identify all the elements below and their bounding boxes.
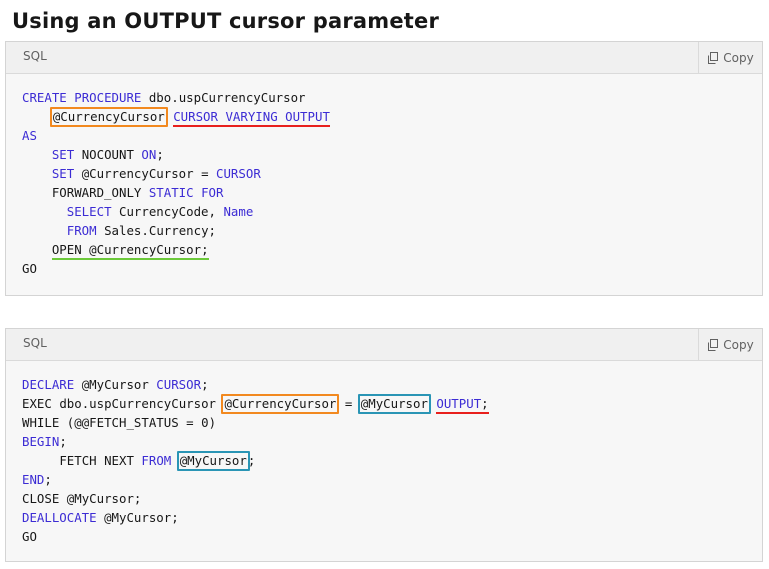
code-line: EXEC dbo.uspCurrencyCursor @CurrencyCurs… (22, 394, 762, 414)
highlight-box: @MyCursor (357, 394, 431, 414)
code-line: FORWARD_ONLY STATIC FOR (51, 185, 224, 200)
code-line: SET NOCOUNT ON; (51, 147, 164, 162)
code-line: CLOSE @MyCursor; (22, 491, 142, 506)
highlight-box: @CurrencyCursor (221, 394, 340, 414)
copy-icon (707, 338, 719, 351)
code-line: SET @CurrencyCursor = CURSOR (51, 166, 261, 181)
code-line: @CurrencyCursor CURSOR VARYING OUTPUT (22, 107, 762, 127)
code-line: FROM Sales.Currency; (66, 223, 217, 238)
code-line: CREATE PROCEDURE dbo.uspCurrencyCursor (22, 90, 306, 105)
code-language-label: SQL (23, 336, 47, 350)
copy-icon (707, 51, 719, 64)
code-line: FETCH NEXT FROM @MyCursor; (22, 451, 762, 471)
highlight-box: @MyCursor (176, 451, 250, 471)
code-block-exec: SQL Copy DECLARE @MyCursor CURSOR; EXEC d… (5, 328, 763, 562)
code-body: CREATE PROCEDURE dbo.uspCurrencyCursor @… (6, 74, 762, 278)
code-line: DECLARE @MyCursor CURSOR; (22, 377, 209, 392)
copy-button[interactable]: Copy (698, 329, 762, 360)
code-line: WHILE (@@FETCH_STATUS = 0) (22, 415, 217, 430)
copy-button[interactable]: Copy (698, 42, 762, 73)
highlight-box: @CurrencyCursor (49, 107, 168, 127)
code-line: BEGIN; (22, 434, 67, 449)
highlight-underline: OPEN @CurrencyCursor; (51, 241, 209, 260)
code-line: GO (22, 261, 37, 276)
copy-button-label: Copy (723, 337, 754, 352)
code-line: SELECT CurrencyCode, Name (66, 204, 254, 219)
code-line: AS (22, 128, 37, 143)
code-line: DEALLOCATE @MyCursor; (22, 510, 179, 525)
highlight-underline: OUTPUT; (436, 395, 489, 414)
code-line: OPEN @CurrencyCursor; (22, 240, 762, 260)
code-block-header: SQL Copy (6, 329, 762, 361)
code-line: END; (22, 472, 52, 487)
copy-button-label: Copy (723, 50, 754, 65)
code-block-procedure: SQL Copy CREATE PROCEDURE dbo.uspCurrenc… (5, 41, 763, 296)
code-block-header: SQL Copy (6, 42, 762, 74)
code-language-label: SQL (23, 49, 47, 63)
page-title: Using an OUTPUT cursor parameter (12, 9, 440, 33)
code-body: DECLARE @MyCursor CURSOR; EXEC dbo.uspCur… (6, 361, 762, 546)
highlight-underline: CURSOR VARYING OUTPUT (173, 108, 330, 127)
code-line: GO (22, 529, 37, 544)
